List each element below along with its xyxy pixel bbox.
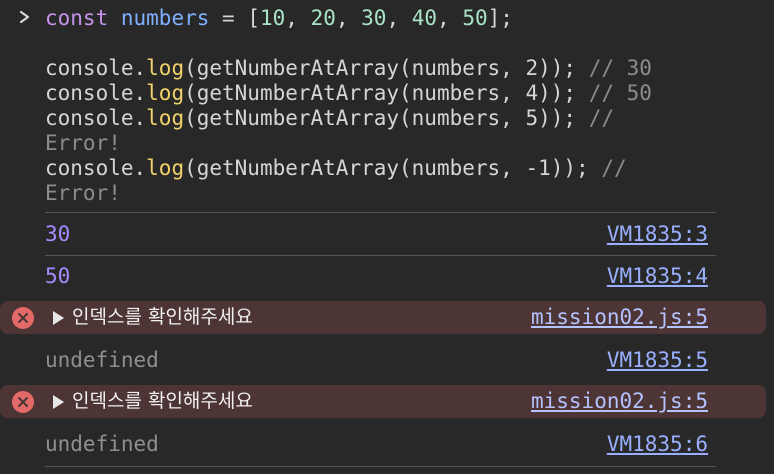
code-arg-index: -1 — [525, 156, 551, 180]
console-log-row: undefined VM1835:5 — [0, 340, 774, 381]
code-args: (getNumberAtArray(numbers, — [184, 56, 526, 80]
code-close: )); — [538, 106, 589, 130]
code-close: )); — [550, 156, 602, 180]
row-divider — [45, 212, 716, 213]
error-message: 인덱스를 확인해주세요 — [72, 306, 253, 328]
code-comment: // 50 — [588, 81, 652, 105]
row-divider — [45, 466, 716, 467]
number-literal: 40 — [411, 6, 438, 30]
comma: , — [335, 6, 362, 30]
code-comment: // — [601, 156, 627, 180]
keyword-const: const — [45, 6, 109, 30]
bracket-close: ]; — [487, 6, 513, 30]
code-function: log — [146, 156, 185, 180]
console-log-row: 50 VM1835:4 — [0, 256, 774, 297]
code-comment-wrap: Error! — [45, 181, 121, 205]
code-close: )); — [538, 81, 589, 105]
number-literal: 30 — [361, 6, 387, 30]
console-error-row[interactable]: 인덱스를 확인해주세요 mission02.js:5 — [0, 301, 766, 334]
code-function: log — [146, 81, 185, 105]
code-args: (getNumberAtArray(numbers, — [184, 106, 526, 130]
code-function: log — [146, 56, 185, 80]
source-link[interactable]: VM1835:3 — [607, 214, 708, 255]
log-value: 30 — [45, 222, 71, 246]
code-object: console. — [45, 56, 147, 80]
code-object: console. — [45, 106, 147, 130]
code-comment: // — [588, 106, 614, 130]
number-literal: 10 — [259, 6, 286, 30]
code-line-call-2: console.log(getNumberAtArray(numbers, 4)… — [45, 81, 652, 106]
comma: , — [386, 6, 412, 30]
triangle-right-icon[interactable] — [53, 395, 64, 409]
code-comment-wrap: Error! — [45, 131, 121, 155]
code-args: (getNumberAtArray(numbers, — [184, 81, 526, 105]
error-message: 인덱스를 확인해주세요 — [72, 390, 253, 412]
error-circle-x-icon — [12, 391, 34, 413]
triangle-right-icon[interactable] — [53, 311, 64, 325]
number-literal: 20 — [310, 6, 336, 30]
code-arg-index: 2 — [525, 56, 539, 80]
code-line-declaration: const numbers = [10, 20, 30, 40, 50]; — [45, 6, 513, 31]
code-comment: // 30 — [588, 56, 652, 80]
log-value: undefined — [45, 432, 159, 456]
error-circle-x-icon — [12, 307, 34, 329]
code-arg-index: 4 — [525, 81, 539, 105]
log-value: undefined — [45, 348, 159, 372]
code-line-call-3: console.log(getNumberAtArray(numbers, 5)… — [45, 106, 614, 131]
source-link[interactable]: VM1835:5 — [607, 340, 708, 381]
source-link[interactable]: VM1835:6 — [607, 424, 708, 465]
source-link[interactable]: mission02.js:5 — [531, 301, 708, 334]
code-object: console. — [45, 156, 147, 180]
code-line-call-1: console.log(getNumberAtArray(numbers, 2)… — [45, 56, 652, 81]
variable-numbers: numbers — [120, 6, 210, 30]
comma: , — [285, 6, 311, 30]
code-args: (getNumberAtArray(numbers, — [184, 156, 526, 180]
console-log-row: undefined VM1835:6 — [0, 424, 774, 465]
chevron-right-icon — [19, 10, 30, 24]
log-value: 50 — [45, 264, 71, 288]
console-input-block: const numbers = [10, 20, 30, 40, 50]; co… — [0, 0, 774, 212]
code-object: console. — [45, 81, 147, 105]
operator: = [ — [209, 6, 260, 30]
comma: , — [437, 6, 463, 30]
code-close: )); — [538, 56, 589, 80]
code-arg-index: 5 — [525, 106, 539, 130]
number-literal: 50 — [462, 6, 488, 30]
code-function: log — [146, 106, 185, 130]
source-link[interactable]: mission02.js:5 — [531, 385, 708, 418]
source-link[interactable]: VM1835:4 — [607, 256, 708, 297]
console-error-row[interactable]: 인덱스를 확인해주세요 mission02.js:5 — [0, 385, 766, 418]
console-log-row: 30 VM1835:3 — [0, 214, 774, 255]
code-line-call-4: console.log(getNumberAtArray(numbers, -1… — [45, 156, 627, 181]
